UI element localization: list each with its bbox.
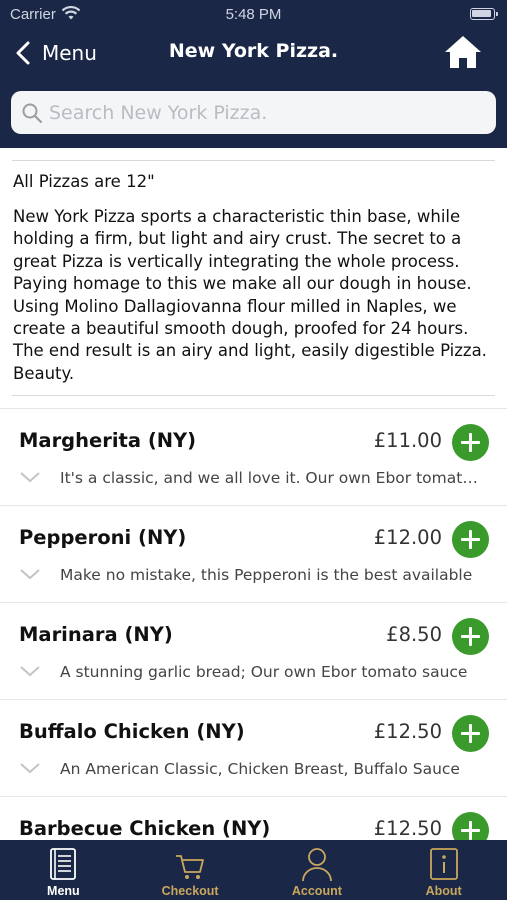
divider	[12, 160, 495, 161]
chevron-down-icon[interactable]	[19, 568, 41, 580]
menu-item[interactable]: Margherita (NY) £11.00 It's a classic, a…	[0, 408, 507, 505]
add-to-order-button[interactable]	[452, 715, 489, 752]
add-to-order-button[interactable]	[452, 521, 489, 558]
page-title: New York Pizza.	[168, 40, 339, 62]
tab-label: Menu	[47, 884, 80, 898]
add-to-order-button[interactable]	[452, 812, 489, 840]
info-icon	[429, 848, 458, 880]
battery-icon	[470, 8, 498, 20]
item-price: £12.50	[373, 720, 442, 743]
tab-about[interactable]: About	[380, 840, 507, 900]
tab-label: Checkout	[161, 884, 219, 898]
item-price: £11.00	[373, 429, 442, 452]
header: Carrier 5:48 PM Menu New York Pizza.	[0, 0, 507, 148]
item-description: It's a classic, and we all love it. Our …	[60, 469, 486, 487]
menu-item[interactable]: Buffalo Chicken (NY) £12.50 An American …	[0, 699, 507, 796]
item-price: £12.00	[373, 526, 442, 549]
back-button[interactable]: Menu	[14, 38, 97, 68]
tab-checkout[interactable]: Checkout	[127, 840, 254, 900]
chevron-down-icon[interactable]	[19, 665, 41, 677]
tab-bar: Menu Checkout Account About	[0, 840, 507, 900]
add-to-order-button[interactable]	[452, 424, 489, 461]
item-name: Marinara (NY)	[19, 623, 173, 646]
add-to-order-button[interactable]	[452, 618, 489, 655]
item-name: Barbecue Chicken (NY)	[19, 817, 271, 840]
item-name: Pepperoni (NY)	[19, 526, 187, 549]
tab-label: Account	[291, 884, 342, 898]
search-icon	[22, 103, 43, 123]
menu-item[interactable]: Marinara (NY) £8.50 A stunning garlic br…	[0, 602, 507, 699]
intro-description: New York Pizza sports a characteristic t…	[13, 207, 487, 383]
menu-content[interactable]: All Pizzas are 12" New York Pizza sports…	[0, 148, 507, 840]
home-icon[interactable]	[443, 34, 483, 70]
status-bar: Carrier 5:48 PM	[0, 0, 507, 28]
intro-title: All Pizzas are 12"	[13, 172, 155, 191]
tab-label: About	[425, 884, 462, 898]
item-price: £8.50	[386, 623, 442, 646]
back-button-label: Menu	[42, 41, 97, 65]
menu-book-icon	[50, 848, 77, 880]
chevron-down-icon[interactable]	[19, 471, 41, 483]
search-input[interactable]	[49, 101, 469, 124]
search-bar[interactable]	[11, 91, 496, 134]
chevron-down-icon[interactable]	[19, 762, 41, 774]
menu-item[interactable]: Pepperoni (NY) £12.00 Make no mistake, t…	[0, 505, 507, 602]
cart-icon	[176, 855, 205, 879]
item-description: Make no mistake, this Pepperoni is the b…	[60, 566, 473, 584]
tab-menu[interactable]: Menu	[0, 840, 127, 900]
item-name: Buffalo Chicken (NY)	[19, 720, 245, 743]
person-icon	[301, 848, 332, 882]
item-description: A stunning garlic bread; Our own Ebor to…	[60, 663, 468, 681]
item-name: Margherita (NY)	[19, 429, 197, 452]
chevron-left-icon	[16, 41, 30, 65]
item-price: £12.50	[373, 817, 442, 840]
status-time: 5:48 PM	[225, 6, 282, 23]
item-description: An American Classic, Chicken Breast, Buf…	[60, 760, 460, 778]
menu-item[interactable]: Barbecue Chicken (NY) £12.50	[0, 796, 507, 840]
tab-account[interactable]: Account	[254, 840, 381, 900]
divider	[12, 395, 495, 396]
